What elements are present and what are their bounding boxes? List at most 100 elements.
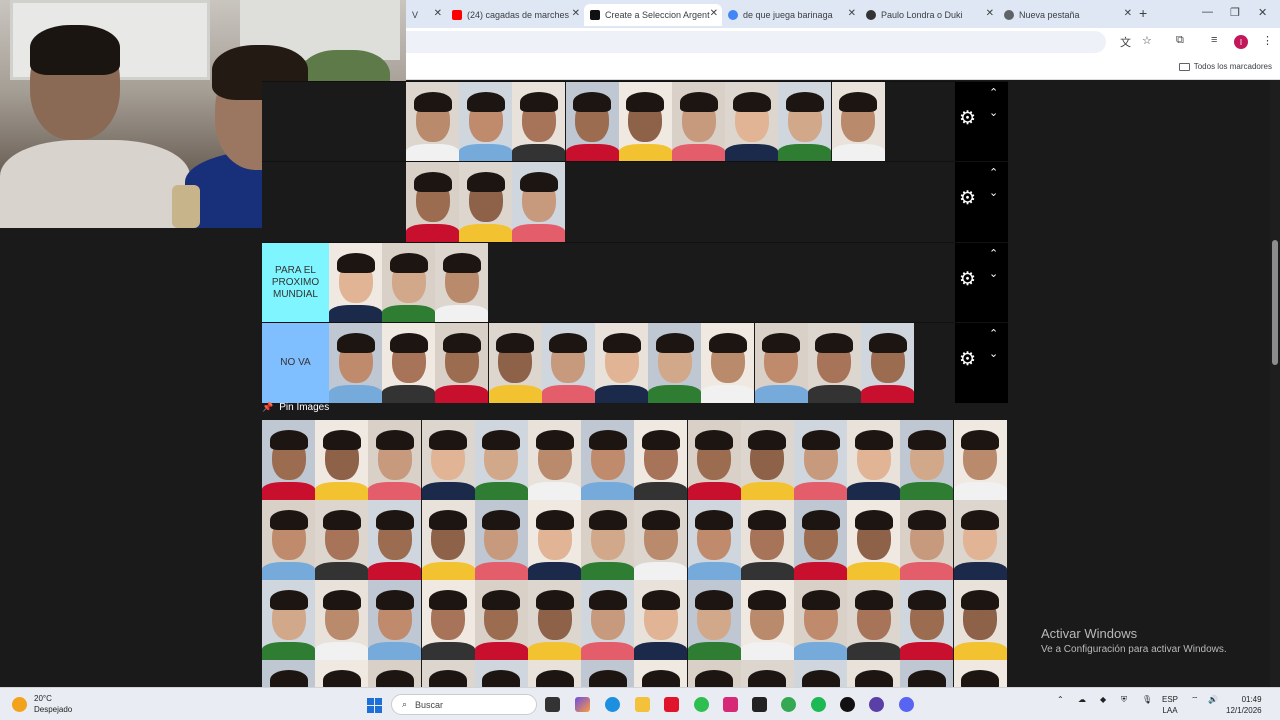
- pool-player-image[interactable]: [528, 420, 581, 500]
- pool-player-image[interactable]: [953, 580, 1007, 660]
- tier-player-image[interactable]: [861, 323, 914, 403]
- tier-player-image[interactable]: [672, 82, 725, 162]
- pool-player-image[interactable]: [953, 660, 1007, 687]
- tier-player-image[interactable]: [459, 162, 513, 242]
- tab-partial[interactable]: V ✕: [406, 4, 446, 26]
- pool-player-image[interactable]: [528, 660, 581, 687]
- window-close-icon[interactable]: ✕: [1258, 6, 1267, 19]
- pool-player-image[interactable]: [634, 420, 688, 500]
- tier-player-image[interactable]: [807, 323, 861, 403]
- chevron-up-icon[interactable]: ⌃: [989, 247, 998, 260]
- chevron-down-icon[interactable]: ⌄: [989, 347, 998, 360]
- tray-app-icon[interactable]: ◆: [1100, 695, 1106, 704]
- pool-player-image[interactable]: [474, 660, 528, 687]
- close-icon[interactable]: ✕: [848, 8, 856, 19]
- pool-player-image[interactable]: [794, 580, 847, 660]
- pool-player-image[interactable]: [315, 420, 369, 500]
- discord-icon[interactable]: [899, 697, 914, 712]
- tier-player-image[interactable]: [618, 82, 672, 162]
- reading-list-icon[interactable]: ≡: [1211, 34, 1217, 46]
- tab-google[interactable]: de que juega barinaga ✕: [722, 4, 860, 26]
- translate-icon[interactable]: 文: [1120, 34, 1131, 50]
- tier-player-image[interactable]: [406, 82, 459, 162]
- address-bar[interactable]: [406, 31, 1106, 53]
- tier-player-image[interactable]: [725, 82, 779, 162]
- tab-tiermaker[interactable]: Create a Seleccion Argent ✕: [584, 4, 722, 26]
- pool-player-image[interactable]: [528, 580, 581, 660]
- pool-player-image[interactable]: [315, 500, 369, 580]
- all-bookmarks-button[interactable]: Todos los marcadores: [1178, 62, 1272, 71]
- star-icon[interactable]: ☆: [1142, 34, 1152, 47]
- tier-label[interactable]: PARA EL PROXIMO MUNDIAL: [262, 243, 329, 323]
- pool-player-image[interactable]: [421, 500, 475, 580]
- pool-player-image[interactable]: [581, 500, 635, 580]
- tier-player-image[interactable]: [488, 323, 542, 403]
- minimize-icon[interactable]: —: [1202, 6, 1213, 18]
- extensions-icon[interactable]: ⧉: [1176, 34, 1184, 47]
- tier-player-image[interactable]: [565, 82, 619, 162]
- pool-player-image[interactable]: [474, 500, 528, 580]
- pool-player-image[interactable]: [262, 500, 315, 580]
- pool-player-image[interactable]: [847, 580, 901, 660]
- clock[interactable]: 01:49 12/1/2026: [1226, 694, 1262, 716]
- pool-player-image[interactable]: [687, 580, 741, 660]
- profile-avatar[interactable]: I: [1234, 35, 1248, 49]
- pool-player-image[interactable]: [900, 420, 954, 500]
- volume-icon[interactable]: 🔊: [1208, 695, 1218, 704]
- close-icon[interactable]: ✕: [572, 8, 580, 19]
- tier-player-image[interactable]: [512, 162, 566, 242]
- media-app-icon[interactable]: [869, 697, 884, 712]
- pool-player-image[interactable]: [900, 580, 954, 660]
- instagram-icon[interactable]: [723, 697, 738, 712]
- pool-player-image[interactable]: [740, 420, 794, 500]
- taskbar-search[interactable]: ⌕ Buscar: [391, 694, 537, 715]
- new-tab-icon[interactable]: +: [1139, 5, 1147, 21]
- tab-chatgpt[interactable]: Paulo Londra o Duki ✕: [860, 4, 998, 26]
- chevron-up-icon[interactable]: ⌃: [989, 86, 998, 99]
- tier-player-image[interactable]: [459, 82, 513, 162]
- capcut-icon[interactable]: [752, 697, 767, 712]
- tier-player-image[interactable]: [778, 82, 832, 162]
- store-icon[interactable]: [664, 697, 679, 712]
- tab-youtube[interactable]: (24) cagadas de marches ✕: [446, 4, 584, 26]
- pool-player-image[interactable]: [581, 660, 635, 687]
- gear-icon[interactable]: ⚙: [959, 109, 977, 128]
- pool-player-image[interactable]: [421, 580, 475, 660]
- tier-player-image[interactable]: [512, 82, 566, 162]
- pin-images-toggle[interactable]: 📌 Pin Images: [262, 400, 329, 414]
- pool-player-image[interactable]: [528, 500, 581, 580]
- tier-label[interactable]: NO VA: [262, 323, 329, 403]
- pool-player-image[interactable]: [474, 420, 528, 500]
- spotify-icon[interactable]: [811, 697, 826, 712]
- whatsapp-icon[interactable]: [694, 697, 709, 712]
- pool-player-image[interactable]: [474, 580, 528, 660]
- pool-player-image[interactable]: [634, 580, 688, 660]
- pool-player-image[interactable]: [900, 500, 954, 580]
- close-icon[interactable]: ✕: [434, 8, 442, 19]
- language-indicator[interactable]: ESP LAA: [1162, 694, 1178, 716]
- pool-player-image[interactable]: [740, 500, 794, 580]
- tier-player-image[interactable]: [754, 323, 808, 403]
- windows-start-icon[interactable]: [367, 698, 382, 713]
- pool-player-image[interactable]: [687, 660, 741, 687]
- restore-icon[interactable]: ❐: [1230, 6, 1240, 19]
- chevron-down-icon[interactable]: ⌄: [989, 267, 998, 280]
- pool-player-image[interactable]: [368, 420, 422, 500]
- tier-player-image[interactable]: [435, 323, 489, 403]
- pool-player-image[interactable]: [421, 420, 475, 500]
- pool-player-image[interactable]: [794, 420, 847, 500]
- pool-player-image[interactable]: [900, 660, 954, 687]
- tier-player-image[interactable]: [329, 323, 382, 403]
- task-view-icon[interactable]: [545, 697, 560, 712]
- onedrive-icon[interactable]: ☁: [1078, 695, 1086, 704]
- pool-player-image[interactable]: [953, 500, 1007, 580]
- pool-player-image[interactable]: [740, 580, 794, 660]
- microphone-icon[interactable]: 🎙: [1142, 695, 1152, 704]
- tier-player-image[interactable]: [435, 243, 489, 323]
- pool-player-image[interactable]: [847, 420, 901, 500]
- pool-player-image[interactable]: [368, 660, 422, 687]
- close-icon[interactable]: ✕: [710, 8, 718, 19]
- page-scrollbar[interactable]: [1270, 80, 1280, 687]
- close-icon[interactable]: ✕: [986, 8, 994, 19]
- copilot-icon[interactable]: [575, 697, 590, 712]
